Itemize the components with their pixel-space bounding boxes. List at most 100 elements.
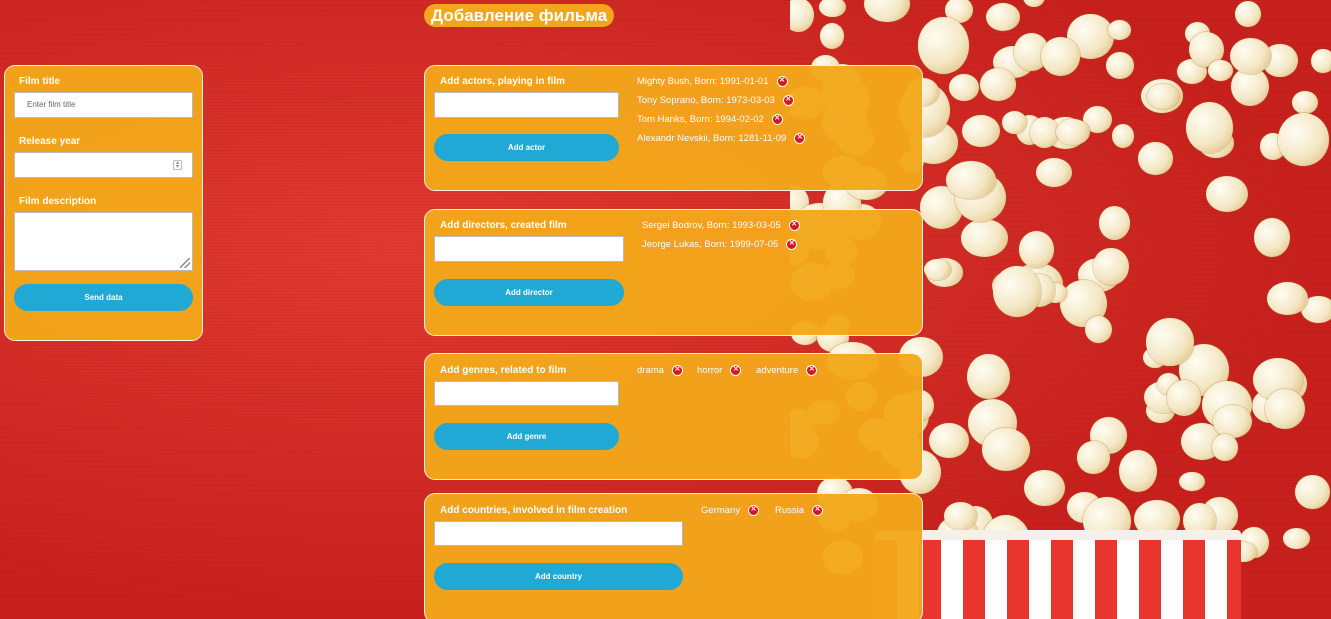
remove-icon[interactable]: ✕ (794, 133, 806, 144)
genre-tag: adventure ✕ (751, 363, 818, 378)
countries-panel: Add countries, involved in film creation… (424, 493, 923, 619)
popcorn-kernel (961, 218, 1009, 257)
popcorn-kernel (1292, 90, 1318, 115)
genre-tag: horror ✕ (692, 363, 742, 378)
page-title: Добавление фильма (424, 4, 615, 27)
directors-panel: Add directors, created film Add director… (424, 209, 923, 336)
genres-panel: Add genres, related to film Add genre dr… (424, 353, 923, 480)
remove-icon[interactable]: ✕ (788, 220, 800, 231)
popcorn-kernel (1278, 113, 1330, 166)
actor-tag-label: Alexandr Nevskii, Born: 1281-11-09 (632, 131, 792, 146)
popcorn-kernel (1265, 388, 1305, 429)
remove-icon[interactable]: ✕ (806, 365, 818, 376)
add-country-button[interactable]: Add country (434, 563, 683, 590)
country-input[interactable] (434, 521, 683, 546)
popcorn-kernel (982, 427, 1031, 471)
country-tag: Germany ✕ (696, 503, 760, 518)
popcorn-kernel (1186, 101, 1234, 154)
number-spinner-icon[interactable]: ▴ ▾ (173, 160, 182, 170)
film-description-textarea[interactable] (14, 212, 193, 271)
popcorn-kernel (1024, 469, 1065, 507)
popcorn-kernel (1084, 315, 1113, 344)
popcorn-kernel (1056, 118, 1090, 145)
actor-tag-label: Tom Hanks, Born: 1994-02-02 (632, 112, 769, 127)
popcorn-kernel (1138, 142, 1174, 175)
actors-label: Add actors, playing in film (440, 76, 566, 87)
country-tag-label: Russia (770, 503, 810, 518)
genre-tag: drama ✕ (632, 363, 683, 378)
remove-icon[interactable]: ✕ (671, 365, 683, 376)
remove-icon[interactable]: ✕ (776, 76, 788, 87)
popcorn-kernel (945, 161, 997, 200)
genre-input[interactable] (434, 381, 619, 406)
genre-tag-label: adventure (751, 363, 804, 378)
popcorn-kernel (979, 68, 1016, 101)
popcorn-kernel (1029, 117, 1059, 149)
popcorn-kernel (1294, 474, 1330, 510)
popcorn-kernel (1040, 37, 1081, 76)
popcorn-bucket (875, 530, 1241, 619)
popcorn-kernel (1146, 318, 1194, 366)
popcorn-kernel (1254, 217, 1291, 257)
popcorn-kernel (1105, 51, 1135, 79)
popcorn-kernel (1212, 434, 1238, 461)
release-year-input[interactable]: ▴ ▾ (14, 152, 193, 178)
actors-panel: Add actors, playing in film Add actor Mi… (424, 65, 923, 191)
actor-tag: Tom Hanks, Born: 1994-02-02 ✕ (632, 112, 783, 127)
popcorn-kernel (1077, 441, 1110, 474)
add-actor-button[interactable]: Add actor (434, 134, 619, 161)
remove-icon[interactable]: ✕ (782, 95, 794, 106)
actor-tag: Tony Soprano, Born: 1973-03-03 ✕ (632, 93, 794, 108)
remove-icon[interactable]: ✕ (812, 505, 824, 516)
popcorn-kernel (993, 265, 1041, 317)
popcorn-kernel (790, 0, 814, 32)
actor-input[interactable] (434, 92, 619, 118)
director-tag: Jeorge Lukas, Born: 1999-07-05 ✕ (637, 237, 798, 252)
popcorn-kernel (1018, 231, 1054, 268)
add-director-button[interactable]: Add director (434, 279, 624, 306)
remove-icon[interactable]: ✕ (748, 505, 760, 516)
popcorn-kernel (1283, 528, 1311, 550)
popcorn-kernel (943, 501, 978, 530)
remove-icon[interactable]: ✕ (771, 114, 783, 125)
popcorn-kernel (986, 2, 1021, 32)
popcorn-kernel (1099, 206, 1131, 240)
film-title-input[interactable]: Enter film title (14, 92, 193, 118)
popcorn-kernel (1036, 157, 1073, 187)
popcorn-kernel (928, 422, 969, 458)
director-tag-label: Jeorge Lukas, Born: 1999-07-05 (637, 237, 784, 252)
directors-label: Add directors, created film (440, 220, 567, 231)
actor-tag: Mighty Bush, Born: 1991-01-01 ✕ (632, 74, 788, 89)
popcorn-kernel (1207, 60, 1233, 81)
film-info-panel: Film title Enter film title Release year… (4, 65, 203, 341)
director-input[interactable] (434, 236, 624, 262)
countries-label: Add countries, involved in film creation (440, 505, 628, 516)
remove-icon[interactable]: ✕ (730, 365, 742, 376)
resize-handle-icon[interactable] (180, 258, 190, 268)
genre-tag-label: horror (692, 363, 728, 378)
popcorn-kernel (1213, 405, 1253, 439)
release-year-label: Release year (19, 136, 81, 147)
genres-label: Add genres, related to film (440, 365, 567, 376)
director-tag: Sergei Bodrov, Born: 1993-03-05 ✕ (637, 218, 800, 233)
popcorn-kernel (1107, 20, 1131, 40)
remove-icon[interactable]: ✕ (786, 239, 798, 250)
popcorn-kernel (918, 17, 970, 74)
popcorn-kernel (1111, 123, 1134, 149)
send-data-button[interactable]: Send data (14, 284, 193, 311)
popcorn-kernel (961, 114, 1000, 148)
popcorn-kernel (819, 0, 847, 18)
country-tag: Russia ✕ (770, 503, 824, 518)
director-tag-label: Sergei Bodrov, Born: 1993-03-05 (637, 218, 786, 233)
add-genre-button[interactable]: Add genre (434, 423, 619, 450)
actor-tag: Alexandr Nevskii, Born: 1281-11-09 ✕ (632, 131, 806, 146)
country-tag-label: Germany (696, 503, 746, 518)
popcorn-kernel (1235, 1, 1262, 28)
popcorn-kernel (1229, 37, 1271, 75)
popcorn-kernel (1023, 0, 1046, 8)
actor-tag-label: Tony Soprano, Born: 1973-03-03 (632, 93, 780, 108)
popcorn-kernel (924, 258, 951, 280)
popcorn-kernel (819, 23, 845, 49)
popcorn-kernel (1092, 247, 1129, 286)
popcorn-kernel (1167, 380, 1202, 416)
